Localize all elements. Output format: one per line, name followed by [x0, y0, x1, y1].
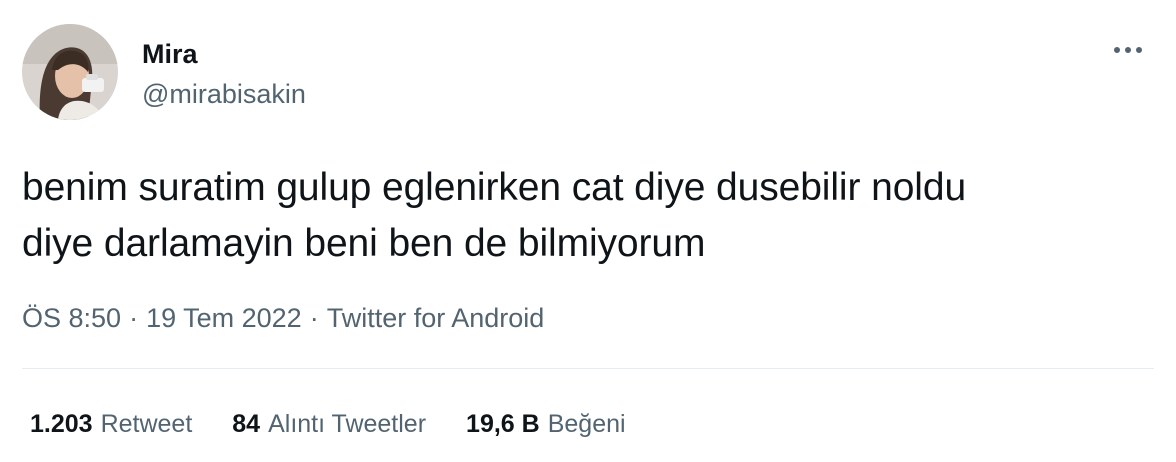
display-name[interactable]: Mira	[142, 38, 306, 70]
like-count-label: Beğeni	[547, 410, 626, 438]
tweet-card: Mira @mirabisakin benim suratim gulup eg…	[0, 0, 1176, 462]
user-info: Mira @mirabisakin	[142, 38, 306, 110]
tweet-time[interactable]: ÖS 8:50	[22, 303, 121, 333]
more-options-button[interactable]	[1108, 40, 1148, 60]
tweet-text: benim suratim gulup eglenirken cat diye …	[22, 160, 1152, 272]
engagement-stats: 1.203 Retweet 84 Alıntı Tweetler 19,6 B Beğ…	[30, 404, 626, 444]
user-handle[interactable]: @mirabisakin	[142, 78, 306, 110]
meta-separator: ·	[309, 303, 319, 333]
retweet-count-number: 1.203	[30, 410, 93, 438]
quote-count-label: Alıntı Tweetler	[268, 410, 427, 438]
tweet-source[interactable]: Twitter for Android	[327, 303, 545, 333]
retweet-count-label: Retweet	[100, 410, 193, 438]
quote-count-number: 84	[232, 410, 261, 438]
tweet-date[interactable]: 19 Tem 2022	[146, 303, 302, 333]
like-count[interactable]: 19,6 B Beğeni	[466, 404, 626, 444]
more-horizontal-icon	[1114, 47, 1142, 53]
avatar[interactable]	[22, 24, 118, 120]
tweet-text-line-2: diye darlamayin beni ben de bilmiyorum	[22, 222, 706, 265]
retweet-count[interactable]: 1.203 Retweet	[30, 404, 192, 444]
tweet-metadata: ÖS 8:50 · 19 Tem 2022 · Twitter for Android	[22, 298, 544, 338]
quote-tweet-count[interactable]: 84 Alıntı Tweetler	[232, 404, 426, 444]
like-count-number: 19,6 B	[466, 410, 540, 438]
tweet-text-line-1: benim suratim gulup eglenirken cat diye …	[22, 166, 967, 209]
profile-photo-icon	[22, 24, 118, 120]
meta-separator: ·	[129, 303, 139, 333]
divider	[22, 368, 1154, 369]
